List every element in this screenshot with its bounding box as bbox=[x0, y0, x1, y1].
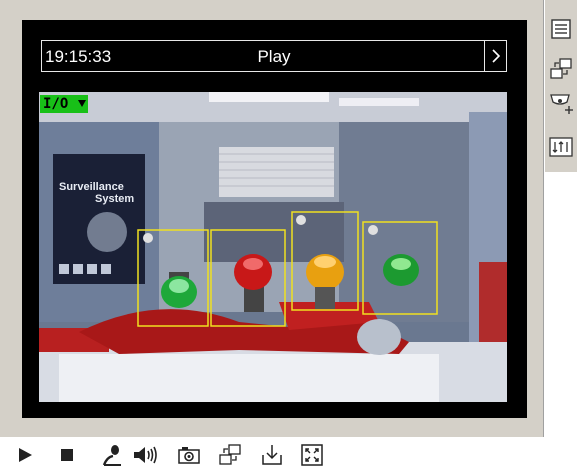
io-panel-icon bbox=[549, 137, 573, 157]
listen-button[interactable] bbox=[132, 442, 158, 468]
video-panel: 19:15:33 Play Surveillance System I/O bbox=[22, 20, 527, 418]
next-button[interactable] bbox=[484, 41, 506, 71]
switch-window-icon bbox=[550, 58, 572, 79]
fullscreen-icon bbox=[301, 444, 323, 466]
stop-button[interactable] bbox=[54, 442, 80, 468]
bottom-toolbar bbox=[0, 437, 577, 470]
playback-mode: Play bbox=[257, 47, 291, 66]
io-panel-button[interactable] bbox=[548, 134, 574, 160]
list-button[interactable] bbox=[548, 16, 574, 42]
list-icon bbox=[551, 19, 571, 39]
ptz-button[interactable] bbox=[548, 92, 574, 118]
download-button[interactable] bbox=[259, 442, 285, 468]
talk-button[interactable] bbox=[100, 442, 126, 468]
snapshot-camera-icon bbox=[178, 447, 200, 464]
chevron-right-icon bbox=[491, 49, 500, 63]
snapshot-button[interactable] bbox=[176, 442, 202, 468]
stop-icon bbox=[61, 449, 73, 461]
side-toolbar bbox=[544, 0, 577, 172]
fullscreen-button[interactable] bbox=[299, 442, 325, 468]
microphone-icon bbox=[102, 445, 121, 466]
switch-window-icon bbox=[219, 444, 241, 465]
play-icon bbox=[19, 448, 32, 462]
speaker-icon bbox=[134, 446, 157, 464]
io-dropdown[interactable]: I/O bbox=[40, 95, 88, 113]
poster-subtitle: System bbox=[95, 193, 134, 205]
download-icon bbox=[262, 445, 282, 465]
video-frame: Surveillance System bbox=[39, 92, 507, 402]
play-button[interactable] bbox=[12, 442, 38, 468]
io-label: I/O bbox=[43, 96, 69, 112]
chevron-down-icon bbox=[78, 100, 86, 107]
switch-window-button-2[interactable] bbox=[217, 442, 243, 468]
info-bar: 19:15:33 Play bbox=[41, 40, 507, 72]
switch-window-button[interactable] bbox=[548, 56, 574, 82]
viewer-window: 19:15:33 Play Surveillance System I/O bbox=[0, 0, 544, 437]
ptz-camera-icon bbox=[550, 94, 573, 114]
camera-video[interactable]: Surveillance System bbox=[39, 92, 507, 402]
poster-title: Surveillance bbox=[59, 181, 124, 193]
